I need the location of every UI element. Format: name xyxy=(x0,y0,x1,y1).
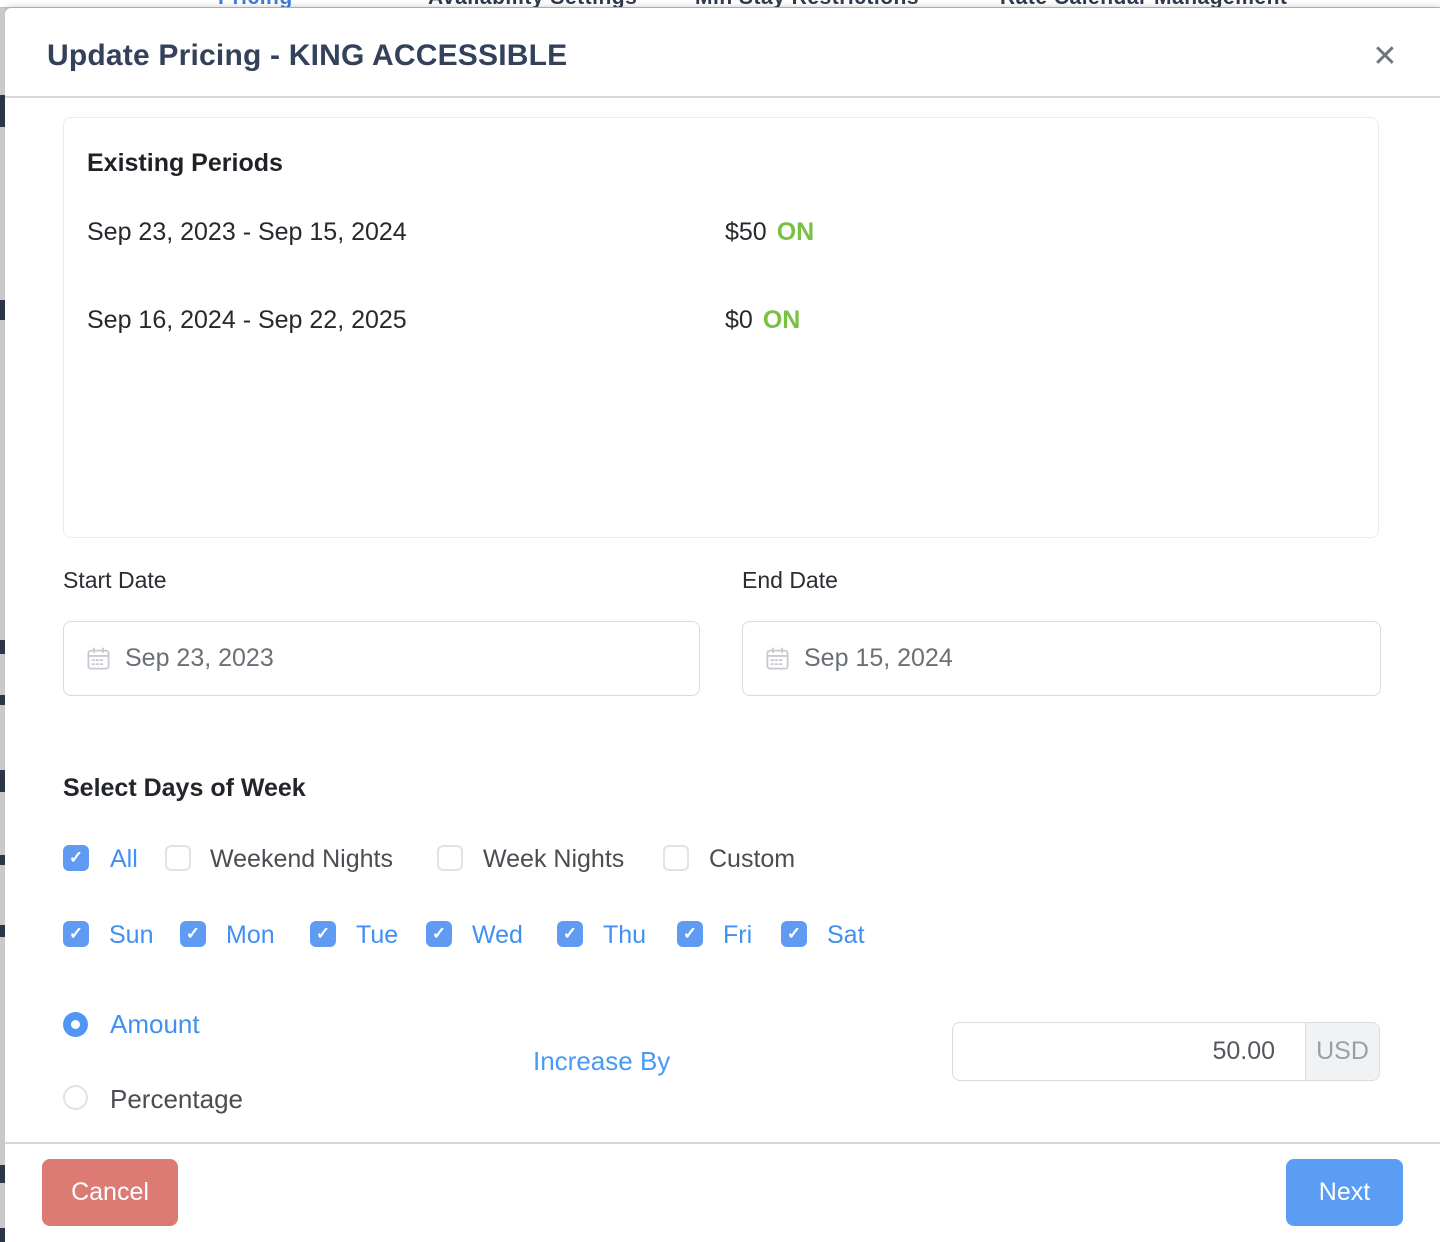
calendar-icon xyxy=(764,645,791,672)
background-edge-mark xyxy=(0,300,5,320)
checkbox-sun-label[interactable]: Sun xyxy=(109,921,153,950)
next-button[interactable]: Next xyxy=(1286,1159,1403,1226)
background-page-left-strip xyxy=(0,8,5,1242)
radio-percentage[interactable] xyxy=(63,1085,88,1110)
screen: Pricing Availability Settings Min Stay R… xyxy=(0,0,1440,1242)
background-edge-mark xyxy=(0,95,5,127)
background-tab-fragment: Min Stay Restrictions xyxy=(695,0,919,8)
header-divider xyxy=(5,96,1440,98)
close-icon[interactable]: ✕ xyxy=(1363,34,1407,78)
checkbox-weekend-nights[interactable] xyxy=(165,845,191,871)
checkbox-thu[interactable]: ✓ xyxy=(557,921,583,947)
end-date-input[interactable]: Sep 15, 2024 xyxy=(742,621,1381,696)
checkbox-wed-label[interactable]: Wed xyxy=(472,921,523,950)
calendar-icon xyxy=(85,645,112,672)
background-page-top-strip: Pricing Availability Settings Min Stay R… xyxy=(0,0,1440,8)
checkbox-sat-label[interactable]: Sat xyxy=(827,921,865,950)
checkbox-mon-label[interactable]: Mon xyxy=(226,921,275,950)
checkbox-fri-label[interactable]: Fri xyxy=(723,921,752,950)
checkbox-week-nights[interactable] xyxy=(437,845,463,871)
checkbox-sun[interactable]: ✓ xyxy=(63,921,89,947)
existing-periods-title: Existing Periods xyxy=(87,149,283,178)
existing-periods-panel: Existing Periods Sep 23, 2023 - Sep 15, … xyxy=(63,117,1379,538)
update-pricing-modal: Update Pricing - KING ACCESSIBLE ✕ Exist… xyxy=(5,8,1440,1242)
background-edge-mark xyxy=(0,1228,5,1242)
checkbox-all-label[interactable]: All xyxy=(110,845,138,874)
period-status-badge: ON xyxy=(777,218,815,246)
end-date-value: Sep 15, 2024 xyxy=(804,644,953,673)
period-price-value: $50 xyxy=(725,218,767,246)
currency-addon: USD xyxy=(1305,1023,1379,1080)
background-edge-mark xyxy=(0,640,5,654)
background-tab-fragment: Rate Calendar Management xyxy=(1000,0,1287,8)
footer-divider xyxy=(0,1142,1440,1144)
checkbox-fri[interactable]: ✓ xyxy=(677,921,703,947)
checkbox-custom-label[interactable]: Custom xyxy=(709,845,795,874)
increase-by-link[interactable]: Increase By xyxy=(533,1046,670,1077)
radio-percentage-label[interactable]: Percentage xyxy=(110,1084,243,1115)
background-edge-mark xyxy=(0,770,5,792)
period-row-range: Sep 23, 2023 - Sep 15, 2024 xyxy=(87,218,407,247)
select-days-heading: Select Days of Week xyxy=(63,774,306,803)
radio-amount[interactable] xyxy=(63,1012,88,1037)
checkbox-custom[interactable] xyxy=(663,845,689,871)
period-status-badge: ON xyxy=(763,306,801,334)
background-tab-fragment-active: Pricing xyxy=(218,0,293,8)
checkbox-all[interactable]: ✓ xyxy=(63,845,89,871)
start-date-value: Sep 23, 2023 xyxy=(125,644,274,673)
checkbox-week-nights-label[interactable]: Week Nights xyxy=(483,845,624,874)
checkbox-mon[interactable]: ✓ xyxy=(180,921,206,947)
background-edge-mark xyxy=(0,1165,5,1183)
modal-title: Update Pricing - KING ACCESSIBLE xyxy=(47,39,567,73)
start-date-label: Start Date xyxy=(63,567,167,594)
end-date-label: End Date xyxy=(742,567,838,594)
background-edge-mark xyxy=(0,855,5,865)
amount-input[interactable] xyxy=(953,1023,1305,1080)
period-row-range: Sep 16, 2024 - Sep 22, 2025 xyxy=(87,306,407,335)
cancel-button[interactable]: Cancel xyxy=(42,1159,178,1226)
checkbox-tue-label[interactable]: Tue xyxy=(356,921,398,950)
background-tab-fragment: Availability Settings xyxy=(428,0,637,8)
background-edge-mark xyxy=(0,925,5,937)
period-row-price: $0 ON xyxy=(725,306,800,335)
amount-input-group: USD xyxy=(952,1022,1380,1081)
start-date-input[interactable]: Sep 23, 2023 xyxy=(63,621,700,696)
period-price-value: $0 xyxy=(725,306,753,334)
checkbox-thu-label[interactable]: Thu xyxy=(603,921,646,950)
radio-dot xyxy=(71,1020,80,1029)
checkbox-weekend-nights-label[interactable]: Weekend Nights xyxy=(210,845,393,874)
checkbox-wed[interactable]: ✓ xyxy=(426,921,452,947)
period-row-price: $50 ON xyxy=(725,218,814,247)
checkbox-tue[interactable]: ✓ xyxy=(310,921,336,947)
checkbox-sat[interactable]: ✓ xyxy=(781,921,807,947)
radio-amount-label[interactable]: Amount xyxy=(110,1009,200,1040)
background-edge-mark xyxy=(0,695,5,705)
